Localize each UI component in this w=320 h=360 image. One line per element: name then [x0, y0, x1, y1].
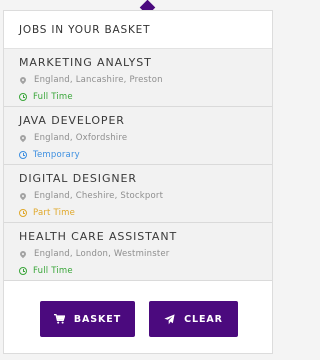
basket-dropdown-panel: JOBS IN YOUR BASKET MARKETING ANALYST En…	[3, 10, 273, 354]
basket-button[interactable]: BASKET	[40, 301, 135, 337]
map-marker-icon	[18, 75, 28, 85]
clock-icon	[19, 93, 27, 101]
job-location-text: England, Oxfordshire	[34, 133, 128, 143]
job-title: DIGITAL DESIGNER	[19, 172, 137, 185]
map-marker-icon	[18, 249, 28, 259]
job-type-text: Full Time	[33, 92, 73, 102]
job-item[interactable]: MARKETING ANALYST England, Lancashire, P…	[4, 49, 272, 107]
job-title: JAVA DEVELOPER	[19, 114, 125, 127]
job-location: England, London, Westminster	[18, 246, 272, 262]
clear-button[interactable]: CLEAR	[149, 301, 238, 337]
shopping-cart-icon	[53, 314, 65, 324]
basket-button-label: BASKET	[73, 313, 122, 325]
job-location: England, Lancashire, Preston	[18, 72, 272, 88]
job-list: MARKETING ANALYST England, Lancashire, P…	[4, 49, 272, 281]
basket-header: JOBS IN YOUR BASKET	[4, 11, 272, 49]
job-title: HEALTH CARE ASSISTANT	[19, 230, 178, 243]
paper-plane-icon	[164, 313, 175, 325]
job-item[interactable]: HEALTH CARE ASSISTANT England, London, W…	[4, 223, 272, 281]
map-marker-icon	[18, 133, 28, 143]
clear-button-label: CLEAR	[184, 313, 223, 325]
basket-title: JOBS IN YOUR BASKET	[19, 23, 151, 36]
job-type: Full Time	[19, 89, 272, 105]
job-type-text: Part Time	[33, 208, 76, 218]
job-type: Part Time	[19, 205, 272, 221]
clock-icon	[19, 151, 27, 159]
map-marker-icon	[18, 191, 28, 201]
job-item[interactable]: JAVA DEVELOPER England, Oxfordshire Temp…	[4, 107, 272, 165]
job-item[interactable]: DIGITAL DESIGNER England, Cheshire, Stoc…	[4, 165, 272, 223]
job-type-text: Full Time	[33, 266, 73, 276]
job-type: Temporary	[19, 147, 272, 163]
job-location: England, Oxfordshire	[18, 130, 272, 146]
job-location: England, Cheshire, Stockport	[18, 188, 272, 204]
job-type-text: Temporary	[33, 150, 80, 160]
job-title: MARKETING ANALYST	[19, 56, 152, 69]
basket-actions: BASKET CLEAR	[4, 283, 272, 353]
clock-icon	[19, 267, 27, 275]
clock-icon	[19, 209, 27, 217]
job-type: Full Time	[19, 263, 272, 279]
job-location-text: England, Cheshire, Stockport	[34, 191, 164, 201]
job-location-text: England, Lancashire, Preston	[34, 75, 163, 85]
job-location-text: England, London, Westminster	[34, 249, 170, 259]
